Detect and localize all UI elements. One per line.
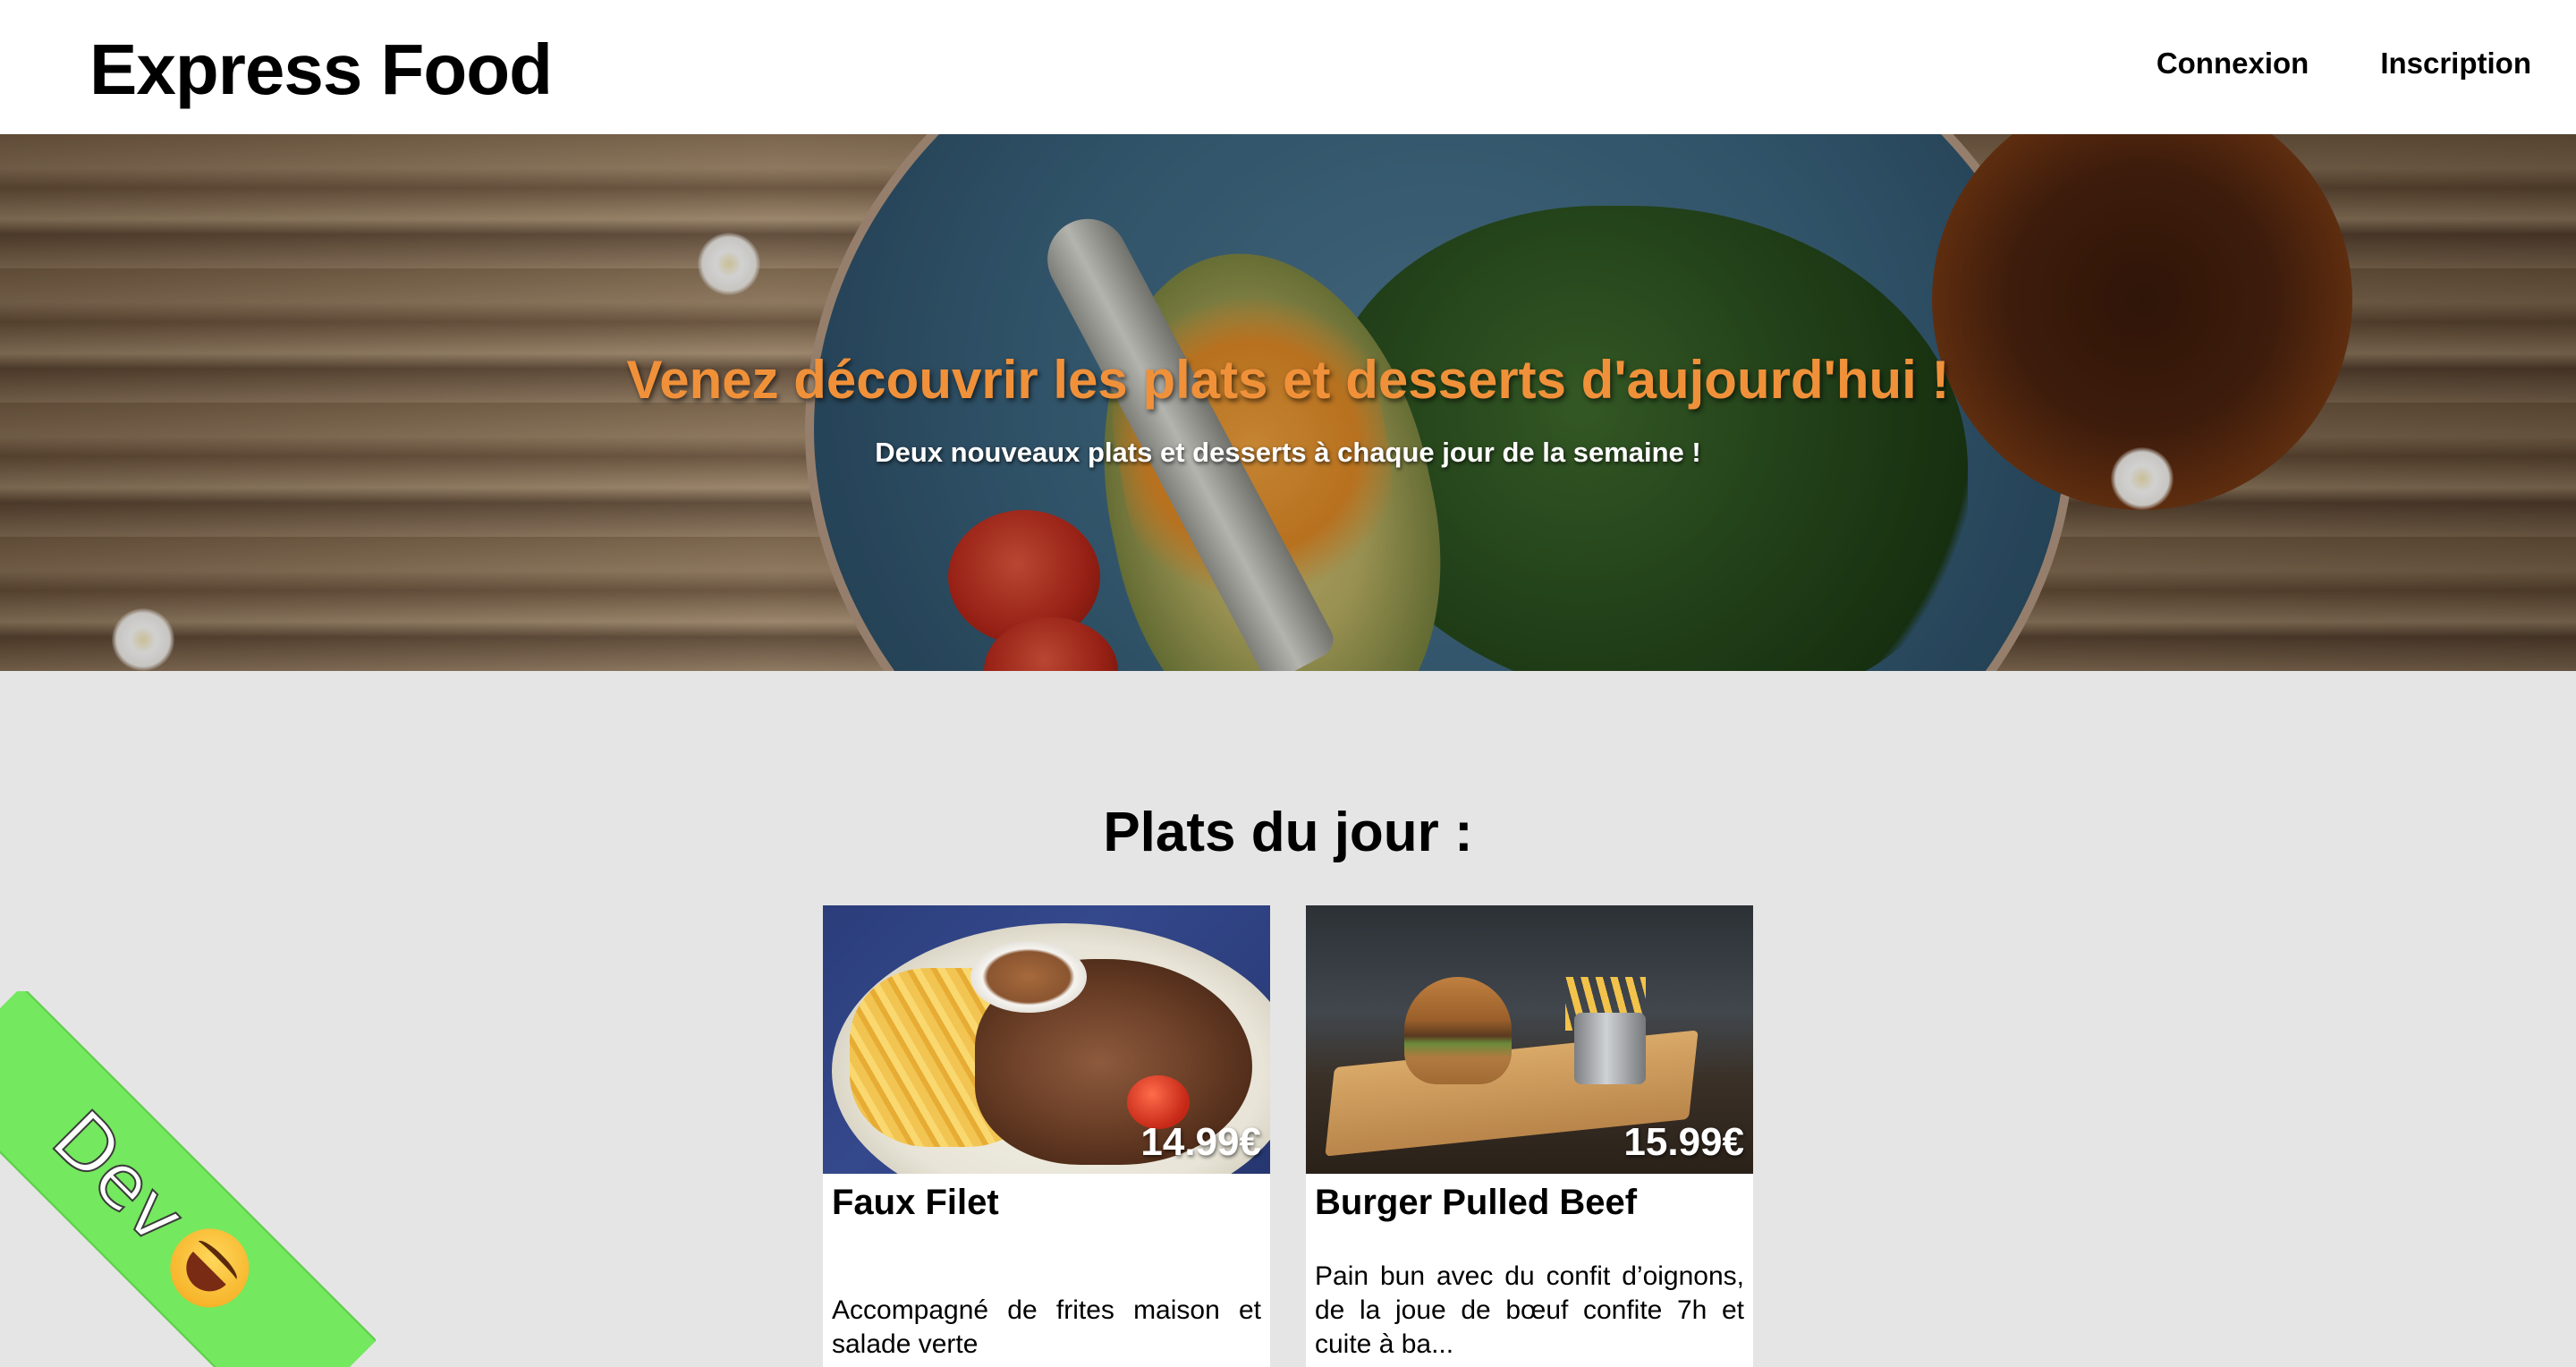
- hero-title: Venez découvrir les plats et desserts d'…: [626, 350, 1950, 410]
- laughing-tears-icon: [154, 1212, 266, 1324]
- burger-shape: [1404, 977, 1512, 1084]
- dish-description: Accompagné de frites maison et salade ve…: [832, 1295, 1261, 1359]
- dish-image[interactable]: 14.99€: [823, 905, 1270, 1174]
- sauce-bowl-shape: [970, 941, 1087, 1013]
- login-link[interactable]: Connexion: [2157, 47, 2309, 81]
- dish-price: 14.99€: [1140, 1120, 1261, 1164]
- dish-name[interactable]: Burger Pulled Beef: [1315, 1183, 1637, 1223]
- signup-link[interactable]: Inscription: [2380, 47, 2531, 81]
- top-nav: Connexion Inscription: [2157, 47, 2531, 81]
- hero-text: Venez découvrir les plats et desserts d'…: [0, 134, 2576, 671]
- dev-ribbon: Dev: [0, 991, 376, 1367]
- brand-logo[interactable]: Express Food: [89, 29, 553, 111]
- dish-name[interactable]: Faux Filet: [832, 1183, 999, 1223]
- fries-cup-shape: [1574, 1013, 1646, 1084]
- hero-banner: Venez découvrir les plats et desserts d'…: [0, 134, 2576, 671]
- hero-subtitle: Deux nouveaux plats et desserts à chaque…: [875, 437, 1701, 468]
- dev-ribbon-label: Dev: [35, 1093, 204, 1262]
- section-title: Plats du jour :: [1103, 802, 1473, 863]
- dish-card[interactable]: 14.99€ Faux Filet Accompagné de frites m…: [823, 905, 1270, 1367]
- site-header: Express Food Connexion Inscription: [0, 0, 2576, 134]
- dev-ribbon-band: Dev: [0, 991, 376, 1367]
- dish-description: Pain bun avec du confit d’oignons, de la…: [1315, 1261, 1744, 1359]
- dish-image[interactable]: 15.99€: [1306, 905, 1753, 1174]
- dish-price: 15.99€: [1623, 1120, 1744, 1164]
- dish-card[interactable]: 15.99€ Burger Pulled Beef Pain bun avec …: [1306, 905, 1753, 1367]
